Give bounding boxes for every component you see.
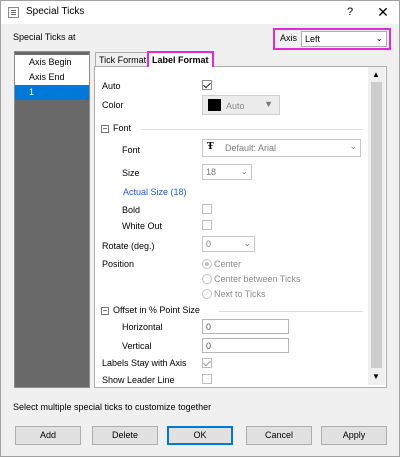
auto-checkbox[interactable] (202, 80, 212, 90)
offset-group-divider (219, 311, 363, 312)
collapse-icon[interactable]: − (101, 307, 109, 315)
chevron-down-icon: ⌄ (375, 33, 383, 43)
tab-label-format[interactable]: Label Format (147, 51, 214, 67)
color-swatch (208, 99, 221, 111)
rotate-dropdown-value: 0 (206, 239, 212, 249)
white-out-label: White Out (122, 221, 163, 231)
scroll-down-icon[interactable]: ▼ (372, 372, 380, 381)
white-out-checkbox[interactable] (202, 220, 212, 230)
font-dropdown[interactable]: Default: Arial ⌄ (202, 139, 361, 157)
vertical-input[interactable]: 0 (202, 338, 289, 353)
size-dropdown[interactable]: 18 ⌄ (202, 164, 252, 180)
axis-label: Axis (280, 33, 298, 43)
add-button[interactable]: Add (15, 426, 81, 445)
horizontal-label: Horizontal (122, 322, 163, 332)
dialog-icon (8, 7, 19, 18)
auto-label: Auto (102, 81, 121, 91)
position-center-radio[interactable] (202, 259, 212, 269)
rotate-label: Rotate (deg.) (102, 241, 155, 251)
color-dropdown-value: Auto (226, 101, 245, 111)
position-next-to-ticks-label: Next to Ticks (214, 289, 266, 299)
position-label: Position (102, 259, 135, 269)
labels-stay-with-axis-label: Labels Stay with Axis (102, 358, 187, 368)
cancel-button[interactable]: Cancel (246, 426, 312, 445)
vertical-scrollbar[interactable]: ▲ ▼ (368, 67, 385, 385)
special-ticks-at-label: Special Ticks at (13, 32, 76, 42)
font-dropdown-value: Default: Arial (225, 143, 277, 153)
position-center-label: Center (214, 259, 242, 269)
tab-tick-format[interactable]: Tick Format (95, 52, 151, 67)
scroll-thumb[interactable] (371, 82, 382, 368)
list-item-axis-begin[interactable]: Axis Begin (15, 55, 89, 70)
font-group-divider (141, 129, 363, 130)
axis-dropdown[interactable]: Left ⌄ (301, 31, 387, 47)
font-label: Font (122, 145, 141, 155)
special-ticks-dialog: Special Ticks ? ✕ Special Ticks at Axis … (0, 0, 400, 457)
color-label: Color (102, 100, 124, 110)
axis-selector-group: Axis Left ⌄ (273, 28, 391, 50)
bold-label: Bold (122, 205, 141, 215)
horizontal-input[interactable]: 0 (202, 319, 289, 334)
rotate-dropdown[interactable]: 0 ⌄ (202, 236, 255, 252)
font-group-label: Font (113, 123, 132, 133)
title-bar: Special Ticks ? ✕ (1, 1, 399, 24)
position-next-to-ticks-radio[interactable] (202, 289, 212, 299)
dialog-title: Special Ticks (26, 6, 85, 17)
chevron-down-icon: ▼ (264, 99, 273, 109)
labels-stay-with-axis-checkbox[interactable] (202, 358, 212, 368)
offset-group-label: Offset in % Point Size (113, 305, 200, 315)
vertical-label: Vertical (122, 341, 152, 351)
ok-button[interactable]: OK (167, 426, 233, 445)
horizontal-input-value: 0 (206, 322, 212, 332)
close-icon[interactable]: ✕ (371, 3, 395, 21)
truetype-font-icon: Ŧ (207, 142, 214, 152)
hint-text: Select multiple special ticks to customi… (13, 402, 212, 412)
chevron-down-icon: ⌄ (349, 141, 357, 151)
color-dropdown[interactable]: Auto ▼ (202, 95, 280, 115)
show-leader-line-checkbox[interactable] (202, 374, 212, 384)
vertical-input-value: 0 (206, 341, 212, 351)
position-between-ticks-label: Center between Ticks (214, 274, 301, 284)
chevron-down-icon: ⌄ (240, 166, 248, 176)
scroll-up-icon[interactable]: ▲ (372, 70, 380, 79)
bold-checkbox[interactable] (202, 204, 212, 214)
list-item-axis-end[interactable]: Axis End (15, 70, 89, 85)
apply-button[interactable]: Apply (321, 426, 387, 445)
special-ticks-list[interactable]: Axis Begin Axis End 1 (14, 51, 90, 388)
actual-size-label: Actual Size (18) (123, 187, 187, 197)
size-dropdown-value: 18 (206, 167, 217, 177)
size-label: Size (122, 168, 140, 178)
delete-button[interactable]: Delete (92, 426, 158, 445)
help-button[interactable]: ? (339, 3, 361, 21)
axis-dropdown-value: Left (305, 34, 321, 44)
list-item-1[interactable]: 1 (15, 85, 89, 100)
show-leader-line-label: Show Leader Line (102, 375, 175, 385)
collapse-icon[interactable]: − (101, 125, 109, 133)
position-between-ticks-radio[interactable] (202, 274, 212, 284)
chevron-down-icon: ⌄ (243, 238, 251, 248)
